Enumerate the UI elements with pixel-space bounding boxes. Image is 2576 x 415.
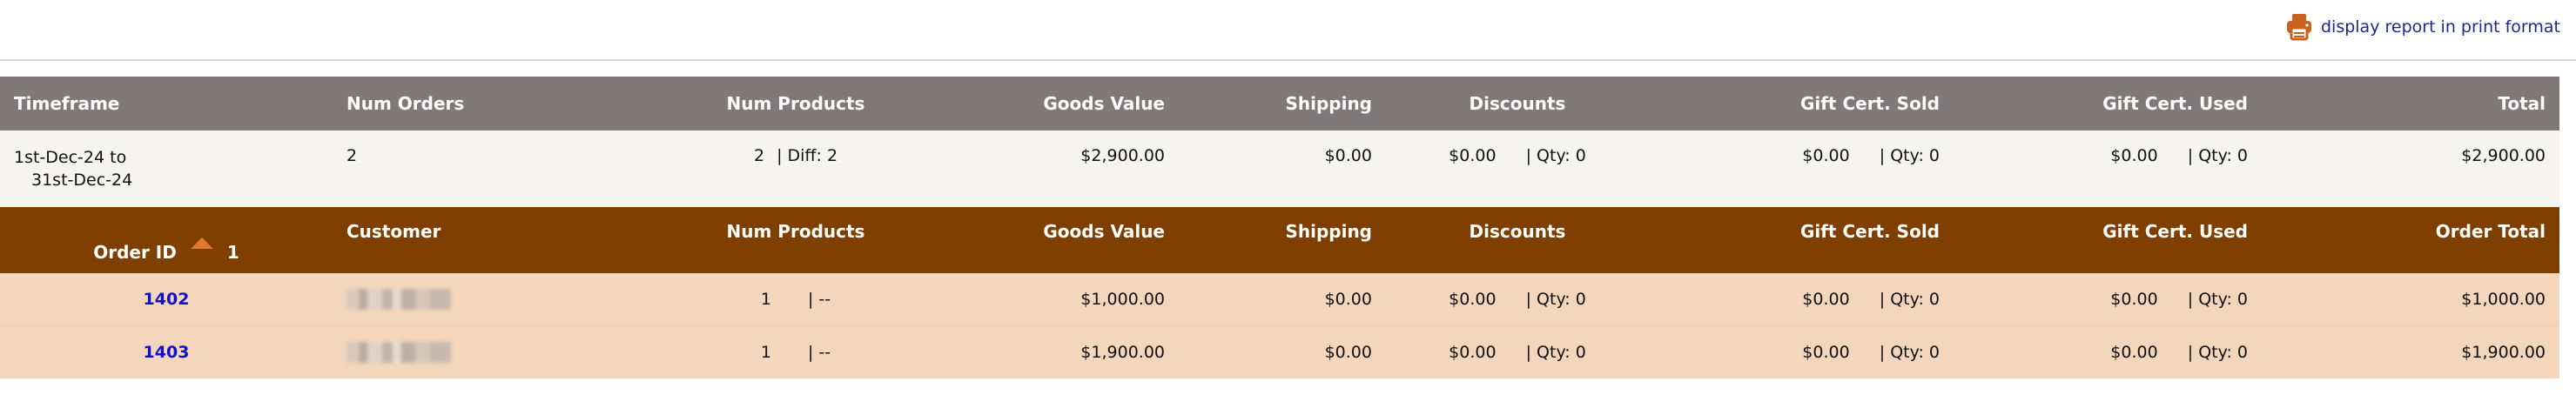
header-order-discounts[interactable]: Discounts bbox=[1386, 207, 1649, 273]
summary-gift-cert-used: $0.00 | Qty: 0 bbox=[1954, 131, 2262, 207]
header-goods-value: Goods Value bbox=[926, 77, 1179, 131]
order-num-products-diff: | -- bbox=[807, 343, 831, 362]
header-order-goods-value[interactable]: Goods Value bbox=[926, 207, 1179, 273]
summary-row: 1st-Dec-24 to 31st-Dec-24 2 2 | Diff: 2 … bbox=[0, 131, 2559, 207]
summary-goods-value: $2,900.00 bbox=[926, 131, 1179, 207]
order-gift-cert-used-qty: | Qty: 0 bbox=[2187, 343, 2248, 362]
summary-gift-cert-used-qty: | Qty: 0 bbox=[2187, 146, 2248, 165]
order-gift-cert-sold-qty: | Qty: 0 bbox=[1879, 290, 1940, 309]
header-customer[interactable]: Customer bbox=[333, 207, 665, 273]
sort-ascending-icon[interactable] bbox=[189, 233, 215, 254]
header-gift-cert-sold: Gift Cert. Sold bbox=[1649, 77, 1954, 131]
summary-discounts-value: $0.00 bbox=[1449, 146, 1497, 165]
sales-report-table: Timeframe Num Orders Num Products Goods … bbox=[0, 77, 2559, 378]
customer-cell bbox=[333, 273, 665, 326]
orders-header-row: Order ID 1 Customer Num Products Goods V… bbox=[0, 207, 2559, 273]
summary-num-orders: 2 bbox=[333, 131, 665, 207]
header-order-shipping[interactable]: Shipping bbox=[1179, 207, 1386, 273]
order-gift-cert-sold: $0.00 | Qty: 0 bbox=[1649, 273, 1954, 326]
order-discounts: $0.00 | Qty: 0 bbox=[1386, 273, 1649, 326]
summary-gift-cert-used-value: $0.00 bbox=[2110, 146, 2158, 165]
timeframe-end: 31st-Dec-24 bbox=[31, 171, 133, 190]
order-gift-cert-used: $0.00 | Qty: 0 bbox=[1954, 325, 2262, 378]
order-discounts: $0.00 | Qty: 0 bbox=[1386, 325, 1649, 378]
customer-name-redacted bbox=[346, 342, 451, 363]
header-shipping: Shipping bbox=[1179, 77, 1386, 131]
order-gift-cert-used-qty: | Qty: 0 bbox=[2187, 290, 2248, 309]
order-total: $1,900.00 bbox=[2262, 325, 2559, 378]
summary-timeframe: 1st-Dec-24 to 31st-Dec-24 bbox=[0, 131, 333, 207]
order-gift-cert-sold-value: $0.00 bbox=[1802, 343, 1850, 362]
header-order-num-products[interactable]: Num Products bbox=[665, 207, 926, 273]
table-row: 1402 1 | -- $1,000.00 $0.00 $0.00 | Qty:… bbox=[0, 273, 2559, 326]
table-row: 1403 1 | -- $1,900.00 $0.00 $0.00 | Qty:… bbox=[0, 325, 2559, 378]
order-gift-cert-sold-value: $0.00 bbox=[1802, 290, 1850, 309]
order-id-cell: 1402 bbox=[0, 273, 333, 326]
order-gift-cert-sold: $0.00 | Qty: 0 bbox=[1649, 325, 1954, 378]
order-gift-cert-used: $0.00 | Qty: 0 bbox=[1954, 273, 2262, 326]
print-format-link[interactable]: display report in print format bbox=[2286, 12, 2560, 42]
customer-name-redacted bbox=[346, 289, 451, 310]
summary-gift-cert-sold-qty: | Qty: 0 bbox=[1879, 146, 1940, 165]
summary-total: $2,900.00 bbox=[2262, 131, 2559, 207]
header-gift-cert-used: Gift Cert. Used bbox=[1954, 77, 2262, 131]
summary-gift-cert-sold: $0.00 | Qty: 0 bbox=[1649, 131, 1954, 207]
print-format-label: display report in print format bbox=[2320, 17, 2560, 37]
order-num-products-value: 1 bbox=[760, 343, 771, 362]
order-id-link[interactable]: 1402 bbox=[144, 290, 190, 309]
order-num-products: 1 | -- bbox=[665, 273, 926, 326]
order-gift-cert-used-value: $0.00 bbox=[2110, 343, 2158, 362]
order-id-cell: 1403 bbox=[0, 325, 333, 378]
order-gift-cert-used-value: $0.00 bbox=[2110, 290, 2158, 309]
customer-cell bbox=[333, 325, 665, 378]
header-num-products: Num Products bbox=[665, 77, 926, 131]
printer-icon bbox=[2286, 12, 2312, 42]
order-discounts-value: $0.00 bbox=[1449, 343, 1497, 362]
summary-discounts: $0.00 | Qty: 0 bbox=[1386, 131, 1649, 207]
order-goods-value: $1,000.00 bbox=[926, 273, 1179, 326]
header-order-total[interactable]: Order Total bbox=[2262, 207, 2559, 273]
order-shipping: $0.00 bbox=[1179, 273, 1386, 326]
header-num-orders: Num Orders bbox=[333, 77, 665, 131]
header-order-id-count: 1 bbox=[226, 242, 239, 263]
top-toolbar: display report in print format bbox=[0, 0, 2576, 61]
order-id-link[interactable]: 1403 bbox=[144, 343, 190, 362]
header-discounts: Discounts bbox=[1386, 77, 1649, 131]
order-discounts-qty: | Qty: 0 bbox=[1525, 343, 1586, 362]
order-goods-value: $1,900.00 bbox=[926, 325, 1179, 378]
header-total: Total bbox=[2262, 77, 2559, 131]
summary-shipping: $0.00 bbox=[1179, 131, 1386, 207]
summary-header-row: Timeframe Num Orders Num Products Goods … bbox=[0, 77, 2559, 131]
summary-num-products-value: 2 bbox=[753, 146, 765, 165]
order-gift-cert-sold-qty: | Qty: 0 bbox=[1879, 343, 1940, 362]
summary-gift-cert-sold-value: $0.00 bbox=[1802, 146, 1850, 165]
summary-num-products-diff: | Diff: 2 bbox=[777, 146, 838, 165]
order-discounts-value: $0.00 bbox=[1449, 290, 1497, 309]
header-order-gift-cert-used[interactable]: Gift Cert. Used bbox=[1954, 207, 2262, 273]
order-num-products-diff: | -- bbox=[807, 290, 831, 309]
summary-num-products: 2 | Diff: 2 bbox=[665, 131, 926, 207]
header-order-id-label: Order ID bbox=[93, 242, 177, 263]
order-num-products-value: 1 bbox=[760, 290, 771, 309]
summary-discounts-qty: | Qty: 0 bbox=[1525, 146, 1586, 165]
order-total: $1,000.00 bbox=[2262, 273, 2559, 326]
header-order-id[interactable]: Order ID 1 bbox=[0, 207, 333, 273]
order-num-products: 1 | -- bbox=[665, 325, 926, 378]
order-discounts-qty: | Qty: 0 bbox=[1525, 290, 1586, 309]
timeframe-start: 1st-Dec-24 to bbox=[14, 148, 127, 167]
order-shipping: $0.00 bbox=[1179, 325, 1386, 378]
header-order-gift-cert-sold[interactable]: Gift Cert. Sold bbox=[1649, 207, 1954, 273]
header-timeframe: Timeframe bbox=[0, 77, 333, 131]
